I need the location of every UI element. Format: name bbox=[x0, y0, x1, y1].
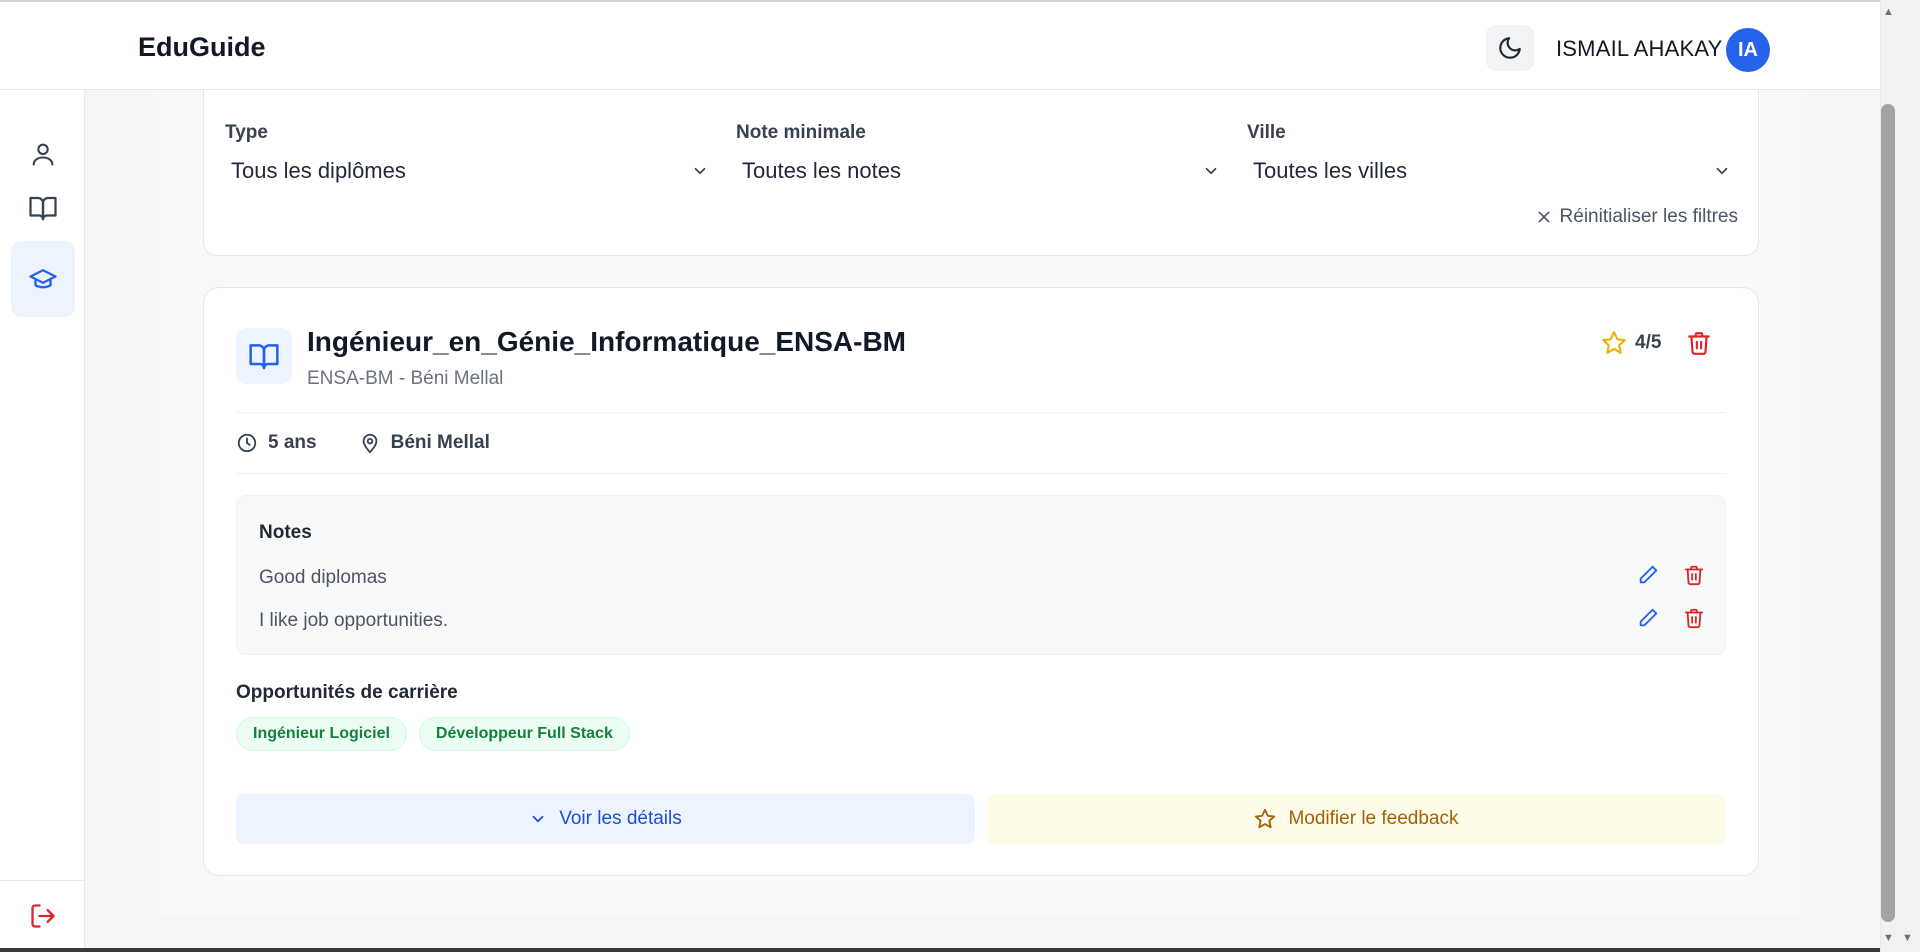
scroll-up-arrow-icon[interactable]: ▲ bbox=[1883, 6, 1894, 18]
reset-filters-label: Réinitialiser les filtres bbox=[1559, 206, 1738, 227]
avatar[interactable]: IA bbox=[1726, 28, 1770, 72]
logout-icon bbox=[30, 903, 55, 928]
divider bbox=[236, 473, 1726, 474]
pencil-icon bbox=[1639, 565, 1658, 584]
sidebar bbox=[0, 90, 85, 950]
diploma-rating: 4/5 bbox=[1601, 330, 1661, 356]
chevron-down-icon bbox=[1716, 167, 1728, 175]
edit-note-button[interactable] bbox=[1637, 564, 1659, 591]
trash-icon bbox=[1688, 332, 1710, 355]
brand-logo[interactable]: EduGuide bbox=[138, 32, 266, 63]
filter-city-select[interactable]: Toutes les villes bbox=[1247, 158, 1737, 184]
delete-note-button[interactable] bbox=[1683, 607, 1705, 634]
filter-city: Ville Toutes les villes bbox=[1247, 122, 1737, 184]
note-text: I like job opportunities. bbox=[259, 609, 449, 631]
dark-mode-toggle-button[interactable] bbox=[1486, 25, 1534, 71]
window-bottom-edge bbox=[0, 948, 1880, 952]
diploma-city: Béni Mellal bbox=[390, 432, 490, 453]
filter-min-rating: Note minimale Toutes les notes bbox=[736, 122, 1226, 184]
sidebar-item-diplomas[interactable] bbox=[11, 241, 75, 317]
filter-type-value: Tous les diplômes bbox=[231, 158, 406, 183]
moon-icon bbox=[1499, 37, 1521, 59]
filter-min-rating-select[interactable]: Toutes les notes bbox=[736, 158, 1226, 184]
diploma-duration: 5 ans bbox=[268, 432, 317, 453]
book-open-icon bbox=[29, 196, 57, 221]
sidebar-item-formations[interactable] bbox=[11, 176, 75, 240]
book-open-icon bbox=[249, 344, 279, 370]
scroll-down-arrow-icon[interactable]: ▼ bbox=[1883, 932, 1894, 944]
edit-feedback-button[interactable]: Modifier le feedback bbox=[987, 794, 1726, 844]
rating-value: 4/5 bbox=[1635, 332, 1662, 353]
filter-city-value: Toutes les villes bbox=[1253, 158, 1408, 183]
scroll-down-arrow-icon[interactable]: ▼ bbox=[1902, 932, 1913, 944]
clock-icon bbox=[237, 433, 257, 453]
filters-card: Type Tous les diplômes Note minimale Tou… bbox=[203, 90, 1759, 256]
delete-note-button[interactable] bbox=[1683, 564, 1705, 591]
trash-icon bbox=[1684, 608, 1704, 629]
chevron-down-icon bbox=[1205, 167, 1217, 175]
note-text: Good diplomas bbox=[259, 566, 387, 588]
filter-type-label: Type bbox=[225, 122, 268, 143]
star-icon bbox=[1602, 331, 1626, 354]
notes-section: Notes Good diplomas I like job opportuni… bbox=[236, 495, 1726, 655]
chevron-down-icon bbox=[532, 815, 544, 823]
diploma-meta: 5 ans Béni Mellal bbox=[236, 432, 490, 454]
map-pin-icon bbox=[362, 433, 377, 454]
filter-min-rating-value: Toutes les notes bbox=[742, 158, 901, 183]
career-tags: Ingénieur Logiciel Développeur Full Stac… bbox=[236, 717, 630, 751]
graduation-cap-icon bbox=[29, 269, 57, 289]
user-icon bbox=[32, 143, 54, 166]
trash-icon bbox=[1684, 565, 1704, 586]
note-item: Good diplomas bbox=[259, 564, 1705, 591]
star-icon bbox=[1255, 808, 1276, 829]
logout-button[interactable] bbox=[0, 880, 85, 950]
view-details-label: Voir les détails bbox=[559, 808, 682, 829]
edit-feedback-label: Modifier le feedback bbox=[1288, 808, 1459, 829]
pencil-icon bbox=[1639, 608, 1658, 627]
close-icon bbox=[1538, 211, 1550, 223]
filter-min-rating-label: Note minimale bbox=[736, 122, 866, 143]
diploma-title: Ingénieur_en_Génie_Informatique_ENSA-BM bbox=[307, 326, 907, 357]
career-title: Opportunités de carrière bbox=[236, 682, 458, 703]
user-name: ISMAIL AHAKAY bbox=[1556, 36, 1723, 61]
diploma-icon-box bbox=[236, 328, 292, 384]
notes-title: Notes bbox=[259, 522, 312, 543]
note-item: I like job opportunities. bbox=[259, 607, 1705, 634]
delete-diploma-button[interactable] bbox=[1686, 330, 1712, 361]
diploma-subtitle: ENSA-BM - Béni Mellal bbox=[307, 368, 504, 389]
filter-type-select[interactable]: Tous les diplômes bbox=[225, 158, 715, 184]
top-header: EduGuide ISMAIL AHAKAY IA bbox=[0, 0, 1880, 90]
divider bbox=[236, 412, 1726, 413]
career-tag: Ingénieur Logiciel bbox=[236, 717, 407, 751]
scrollbar-thumb[interactable] bbox=[1881, 104, 1895, 922]
view-details-button[interactable]: Voir les détails bbox=[236, 794, 975, 844]
reset-filters-button[interactable]: Réinitialiser les filtres bbox=[1536, 206, 1738, 228]
chevron-down-icon bbox=[694, 167, 706, 175]
career-tag: Développeur Full Stack bbox=[418, 717, 630, 751]
diploma-card: Ingénieur_en_Génie_Informatique_ENSA-BM … bbox=[203, 287, 1759, 876]
edit-note-button[interactable] bbox=[1637, 607, 1659, 634]
filter-city-label: Ville bbox=[1247, 122, 1286, 143]
filter-type: Type Tous les diplômes bbox=[225, 122, 715, 184]
